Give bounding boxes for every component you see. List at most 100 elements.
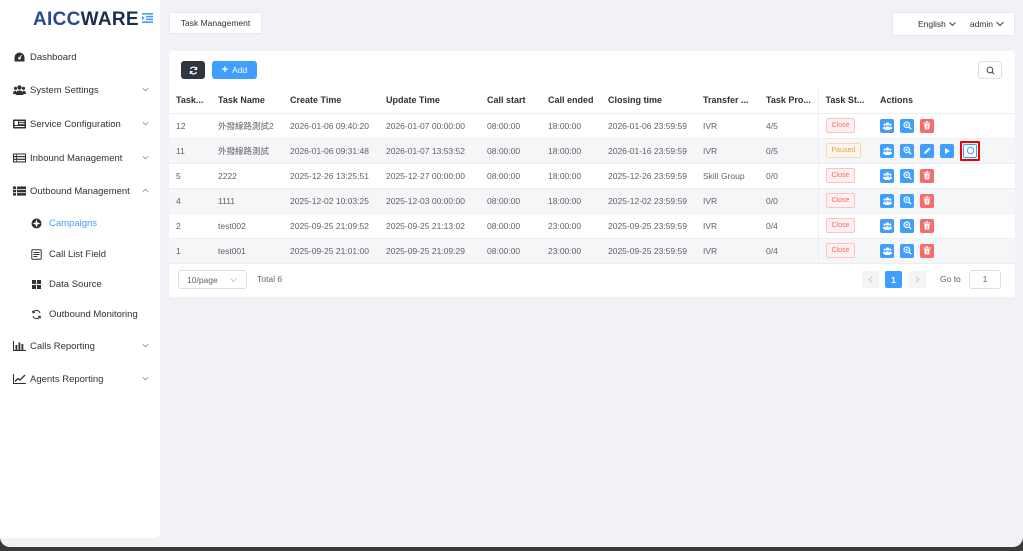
list-icon [13, 153, 26, 164]
delete-button[interactable] [920, 118, 934, 133]
chevron-down-icon [142, 121, 149, 126]
delete-button[interactable] [920, 193, 934, 208]
delete-button[interactable] [920, 243, 934, 258]
col-task-id[interactable]: Task... [169, 87, 211, 114]
cell-create: 2025-09-25 21:09:52 [283, 213, 379, 239]
table-row[interactable]: 2 test002 2025-09-25 21:09:52 2025-09-25 21… [169, 213, 1015, 239]
language-selector[interactable]: English [918, 19, 956, 29]
action-buttons [880, 168, 1015, 183]
stop-button[interactable] [963, 143, 977, 158]
sidebar-item-agents-reporting[interactable]: Agents Reporting [0, 364, 160, 394]
sidebar-item-outbound-management[interactable]: Outbound Management [0, 176, 160, 206]
search-button[interactable] [978, 61, 1002, 79]
sidebar-item-service-configuration[interactable]: Service Configuration [0, 109, 160, 139]
cell-transfer: IVR [696, 138, 759, 164]
view-members-button[interactable] [880, 143, 894, 158]
sidebar-item-outbound-monitoring[interactable]: Outbound Monitoring [0, 299, 160, 329]
view-members-button[interactable] [880, 218, 894, 233]
page-size-select[interactable]: 10/page [178, 270, 247, 289]
sidebar-item-label: Call List Field [49, 248, 107, 260]
col-transfer[interactable]: Transfer ... [696, 87, 759, 114]
play-icon [943, 147, 951, 155]
goto-page-input[interactable]: 1 [969, 270, 1001, 289]
table-row[interactable]: 4 1111 2025-12-02 10:03:25 2025-12-03 00:00… [169, 188, 1015, 214]
table-row[interactable]: 11 外撥線路測試 2026-01-06 09:31:48 2026-01-07 13… [169, 138, 1015, 164]
logo-part-ware: WARE [80, 9, 139, 30]
start-button[interactable] [940, 143, 954, 158]
col-call-start[interactable]: Call start [480, 87, 541, 114]
users-icon [882, 196, 892, 205]
cell-actions [873, 188, 1015, 214]
view-details-button[interactable] [900, 243, 914, 258]
sidebar-item-label: Inbound Management [30, 152, 123, 164]
sidebar-item-data-source[interactable]: Data Source [0, 269, 160, 299]
sidebar-item-dashboard[interactable]: Dashboard [0, 42, 160, 72]
tab-task-management[interactable]: Task Management [169, 12, 262, 34]
table-row[interactable]: 1 test001 2025-09-25 21:01:00 2025-09-25 21… [169, 238, 1015, 264]
view-details-button[interactable] [900, 168, 914, 183]
cell-progress: 0/4 [759, 238, 818, 264]
col-task-name[interactable]: Task Name [211, 87, 283, 114]
trash-icon [923, 246, 931, 255]
delete-button[interactable] [920, 218, 934, 233]
col-task-status[interactable]: Task St... [817, 87, 873, 114]
view-details-button[interactable] [900, 193, 914, 208]
users-icon [13, 85, 26, 96]
col-update-time[interactable]: Update Time [379, 87, 480, 114]
cell-create: 2025-09-25 21:01:00 [283, 238, 379, 264]
add-button[interactable]: + Add [212, 61, 257, 79]
sidebar-item-campaigns[interactable]: Campaigns [0, 208, 160, 238]
page-1-button[interactable]: 1 [885, 271, 902, 288]
sidebar-item-call-list-field[interactable]: Call List Field [0, 239, 160, 269]
edit-button[interactable] [920, 143, 934, 158]
trash-icon [923, 121, 931, 130]
sidebar-item-system-settings[interactable]: System Settings [0, 75, 160, 105]
form-icon [31, 248, 42, 260]
trash-icon [923, 221, 931, 230]
chevron-down-icon [996, 21, 1004, 27]
delete-button[interactable] [920, 168, 934, 183]
cell-progress: 0/4 [759, 213, 818, 239]
user-menu[interactable]: admin [970, 19, 1004, 29]
chevron-down-icon [142, 155, 149, 160]
col-task-progress[interactable]: Task Pro... [759, 87, 818, 114]
col-actions: Actions [873, 87, 1015, 114]
view-details-button[interactable] [900, 218, 914, 233]
zoom-icon [902, 146, 912, 155]
refresh-icon [189, 65, 197, 75]
table-row[interactable]: 5 2222 2025-12-26 13:25:51 2025-12-27 00:00… [169, 163, 1015, 189]
cell-closing: 2025-09-25 23:59:59 [601, 213, 696, 239]
cell-name: 外撥線路測試2 [211, 113, 283, 139]
menu-collapse-icon[interactable] [142, 13, 153, 23]
cell-closing: 2026-01-16 23:59:59 [601, 138, 696, 164]
table-row[interactable]: 12 外撥線路測試2 2026-01-06 09:40:20 2026-01-07 0… [169, 113, 1015, 139]
cell-status: Close [817, 188, 873, 214]
chevron-down-icon [142, 376, 149, 381]
view-details-button[interactable] [900, 143, 914, 158]
sidebar-item-calls-reporting[interactable]: Calls Reporting [0, 331, 160, 361]
col-call-ended[interactable]: Call ended [541, 87, 601, 114]
refresh-button[interactable] [181, 61, 205, 79]
logo-part-aicc: AICC [33, 9, 81, 30]
list-icon [13, 186, 26, 197]
sidebar: AICCWARE Dashboard System Settings Servi… [0, 0, 160, 538]
view-members-button[interactable] [880, 118, 894, 133]
view-members-button[interactable] [880, 168, 894, 183]
dashboard-icon [13, 52, 26, 63]
cell-end: 23:00:00 [541, 213, 601, 239]
status-badge: Close [825, 168, 856, 183]
id-card-icon [13, 119, 26, 130]
view-members-button[interactable] [880, 193, 894, 208]
view-members-button[interactable] [880, 243, 894, 258]
cell-transfer: IVR [696, 213, 759, 239]
col-create-time[interactable]: Create Time [283, 87, 379, 114]
cell-end: 18:00:00 [541, 188, 601, 214]
sidebar-item-inbound-management[interactable]: Inbound Management [0, 143, 160, 173]
cell-closing: 2025-09-25 23:59:59 [601, 238, 696, 264]
prev-page-button[interactable] [862, 271, 879, 288]
next-page-button[interactable] [909, 271, 926, 288]
highlight-box [960, 140, 980, 161]
col-closing-time[interactable]: Closing time [601, 87, 696, 114]
users-icon [882, 171, 892, 180]
view-details-button[interactable] [900, 118, 914, 133]
